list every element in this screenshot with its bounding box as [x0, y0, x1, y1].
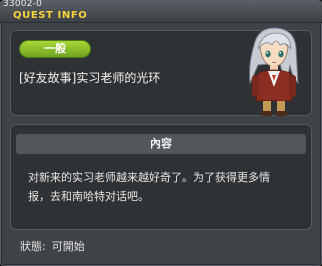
quest-id-label: 33002-0: [3, 0, 43, 9]
npc-portrait-icon: [249, 27, 299, 116]
status-value: 可開始: [51, 240, 85, 253]
quest-category-badge: 一般: [19, 40, 91, 58]
quest-info-window: 33002-0 QUEST INFO 一般 [好友故事]实习老师的光环 內容 对…: [0, 0, 322, 266]
description-line: 报，去和南哈特对话吧。: [28, 190, 149, 203]
title-bar[interactable]: 33002-0 QUEST INFO: [0, 0, 322, 23]
quest-content-panel: 內容 对新来的实习老师越来越好奇了。为了获得更多情 报，去和南哈特对话吧。: [10, 124, 312, 230]
quest-summary-panel: 一般 [好友故事]实习老师的光环: [10, 27, 312, 116]
quest-status: 狀態: 可開始: [20, 238, 91, 254]
quest-description: 对新来的实习老师越来越好奇了。为了获得更多情 报，去和南哈特对话吧。: [28, 168, 298, 206]
status-label: 狀態:: [20, 240, 46, 253]
content-header: 內容: [16, 134, 306, 154]
description-line: 对新来的实习老师越来越好奇了。为了获得更多情: [28, 171, 270, 184]
window-title: QUEST INFO: [13, 10, 88, 21]
quest-name: [好友故事]实习老师的光环: [19, 71, 161, 85]
